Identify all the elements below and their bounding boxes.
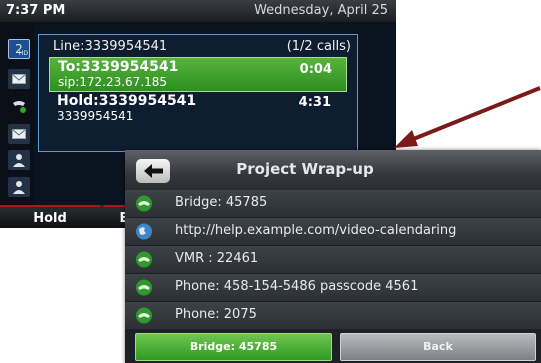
list-item-label: Phone: 2075: [175, 307, 257, 322]
list-item[interactable]: Phone: 2075: [125, 302, 541, 330]
back-arrow-button[interactable]: [136, 159, 170, 183]
list-item-label: Phone: 458-154-5486 passcode 4561: [175, 279, 419, 294]
list-item-label: Bridge: 45785: [175, 195, 268, 210]
status-bar: 7:37 PM Wednesday, April 25: [0, 0, 396, 22]
back-button[interactable]: Back: [340, 333, 536, 361]
meeting-popup: Project Wrap-up Bridge: 45785 http://hel…: [125, 150, 541, 363]
clock-time: 7:37 PM: [6, 3, 66, 18]
list-item-label: http://help.example.com/video-calendarin…: [175, 223, 457, 238]
list-item[interactable]: http://help.example.com/video-calendarin…: [125, 218, 541, 246]
list-item[interactable]: Bridge: 45785: [125, 190, 541, 218]
phone-icon: [136, 195, 152, 212]
contact-icon[interactable]: [8, 177, 30, 197]
envelope-icon[interactable]: [8, 69, 30, 89]
held-call-duration: 4:31: [298, 95, 331, 110]
active-call-sip: sip:172.23.67.185: [58, 75, 168, 89]
popup-titlebar: Project Wrap-up: [125, 150, 541, 190]
call-count: (1/2 calls): [286, 39, 351, 54]
popup-title: Project Wrap-up: [236, 160, 374, 178]
active-call-title: To:3339954541: [58, 59, 179, 75]
hd-badge: HD: [18, 50, 28, 57]
active-call[interactable]: To:3339954541 sip:172.23.67.185 0:04: [49, 57, 347, 92]
handset-icon[interactable]: [8, 97, 30, 117]
line-key-column: 2 HD: [0, 22, 34, 206]
list-item[interactable]: VMR : 22461: [125, 246, 541, 274]
held-call-number: 3339954541: [57, 109, 134, 123]
line-label: Line:3339954541: [53, 39, 168, 54]
list-item-label: VMR : 22461: [175, 251, 259, 266]
held-call[interactable]: Hold:3339954541 3339954541 4:31: [49, 93, 345, 123]
status-date: Wednesday, April 25: [254, 3, 388, 18]
pointer-arrow: [394, 86, 541, 148]
contact-icon[interactable]: [8, 150, 30, 170]
phone-icon: [136, 251, 152, 268]
hold-softkey[interactable]: Hold: [0, 205, 100, 228]
line-key-2[interactable]: 2 HD: [8, 39, 30, 59]
globe-icon: [136, 223, 152, 240]
envelope-icon[interactable]: [8, 124, 30, 144]
dial-bridge-button[interactable]: Bridge: 45785: [135, 333, 332, 361]
back-arrow-icon: [144, 164, 163, 178]
list-item[interactable]: Phone: 458-154-5486 passcode 4561: [125, 274, 541, 302]
held-call-title: Hold:3339954541: [57, 93, 197, 109]
active-call-duration: 0:04: [299, 62, 332, 77]
phone-icon: [136, 307, 152, 324]
call-panel: Line:3339954541 (1/2 calls) To:333995454…: [38, 34, 358, 152]
popup-button-bar: Bridge: 45785 Back: [125, 329, 541, 363]
phone-icon: [136, 279, 152, 296]
